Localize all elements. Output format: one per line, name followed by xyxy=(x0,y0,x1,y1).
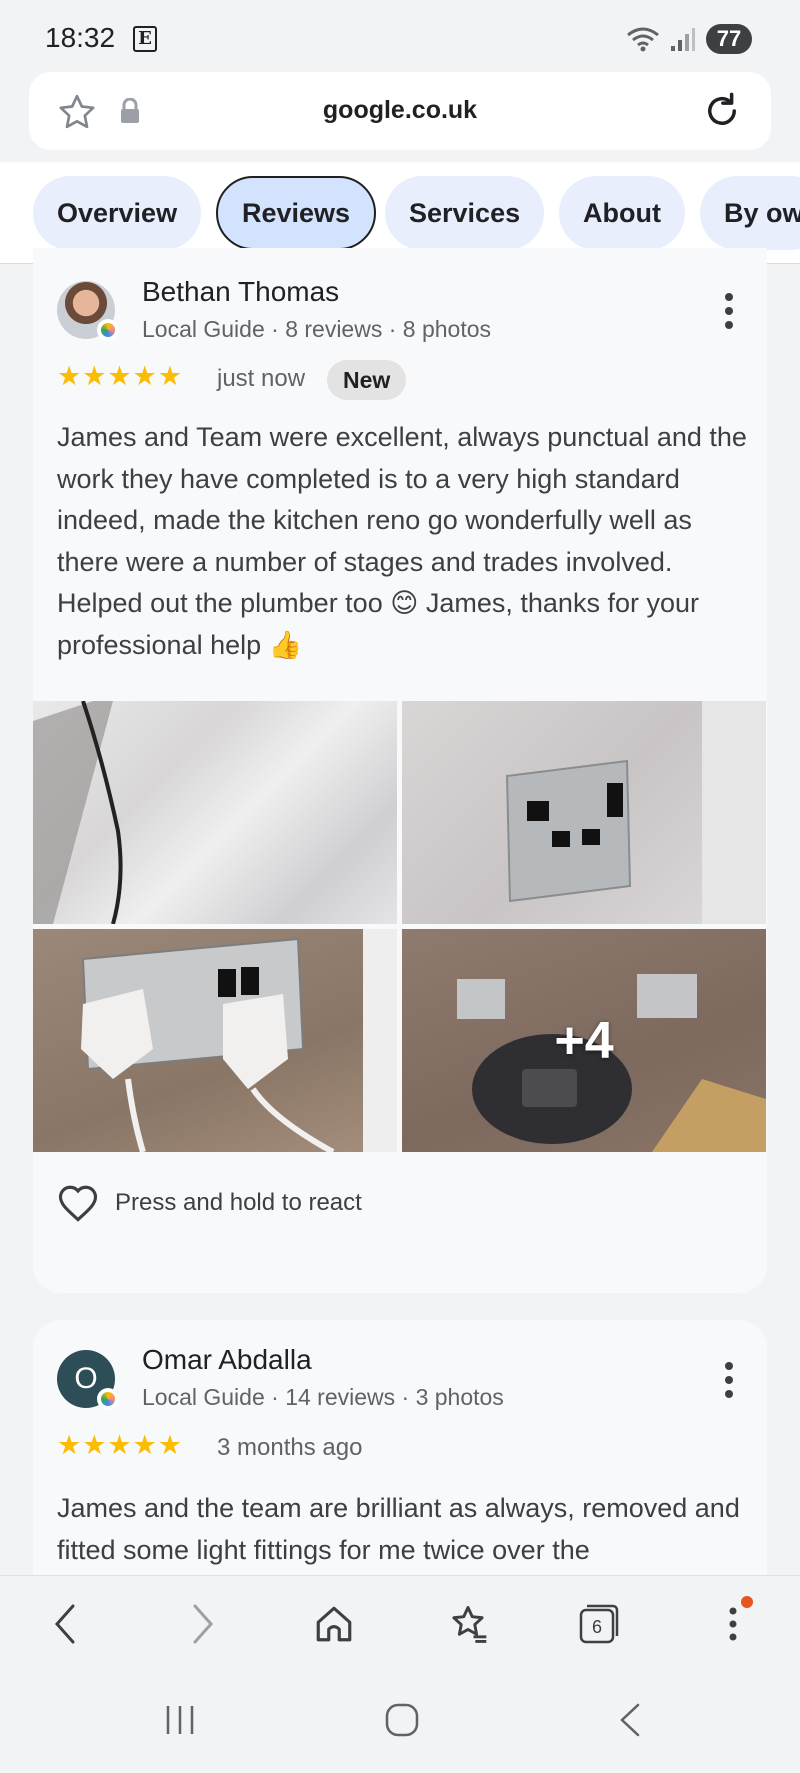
system-back-icon[interactable] xyxy=(612,1702,648,1738)
tab-about[interactable]: About xyxy=(559,176,685,250)
recent-apps-icon[interactable] xyxy=(162,1702,198,1738)
back-arrow-icon xyxy=(54,1604,75,1644)
avatar[interactable]: O xyxy=(57,1350,119,1410)
reviewer-meta: Local Guide · 8 reviews · 8 photos xyxy=(142,316,492,342)
browser-bottom-nav: 6 xyxy=(0,1575,800,1670)
avatar-letter: O xyxy=(74,1362,98,1395)
home-button[interactable] xyxy=(308,1598,360,1650)
tab-reviews[interactable]: Reviews xyxy=(216,176,377,250)
review-text: James and Team were excellent, always pu… xyxy=(57,422,747,660)
status-bar: 18:32 E 77 xyxy=(0,0,800,76)
star-rating: ★★★★★ xyxy=(57,1430,184,1460)
review-time: 3 months ago xyxy=(217,1434,363,1461)
status-icons: 77 xyxy=(626,24,752,54)
forward-arrow-icon xyxy=(193,1604,214,1644)
reviewer-meta: Local Guide · 14 reviews · 3 photos xyxy=(142,1384,504,1410)
home-icon xyxy=(316,1606,352,1642)
local-guide-badge-icon xyxy=(97,319,119,341)
review-photo[interactable] xyxy=(33,701,397,924)
review-photo[interactable] xyxy=(402,701,766,924)
system-home-icon[interactable] xyxy=(384,1702,420,1738)
reload-icon[interactable] xyxy=(701,90,743,132)
review-time: just now xyxy=(217,365,306,392)
heart-icon[interactable] xyxy=(57,1183,99,1223)
back-button[interactable] xyxy=(40,1598,92,1650)
more-options-icon[interactable] xyxy=(723,293,735,335)
tab-overview[interactable]: Overview xyxy=(33,176,202,250)
wifi-icon xyxy=(627,27,659,52)
tab-by-owner[interactable]: By ow xyxy=(700,176,800,250)
avatar[interactable] xyxy=(57,281,119,341)
new-badge: New xyxy=(327,360,407,400)
review-photo[interactable] xyxy=(33,929,397,1152)
notification-dot xyxy=(741,1596,753,1608)
review-card: Bethan Thomas Local Guide · 8 reviews · … xyxy=(33,248,767,1293)
review-text: James and the team are brilliant as alwa… xyxy=(57,1493,740,1565)
e-icon: E xyxy=(133,26,157,52)
bookmarks-button[interactable] xyxy=(442,1598,494,1650)
tab-services[interactable]: Services xyxy=(385,176,545,250)
address-bar[interactable]: google.co.uk xyxy=(29,72,771,150)
forward-button[interactable] xyxy=(176,1598,228,1650)
local-guide-badge-icon xyxy=(97,1388,119,1410)
url-text[interactable]: google.co.uk xyxy=(29,96,771,125)
tab-count: 6 xyxy=(592,1617,602,1637)
more-vert-icon xyxy=(729,1607,737,1641)
battery-indicator: 77 xyxy=(706,24,752,54)
system-nav-bar xyxy=(0,1670,800,1773)
react-label: Press and hold to react xyxy=(115,1189,362,1216)
more-options-icon[interactable] xyxy=(723,1362,735,1404)
bookmarks-star-icon xyxy=(452,1606,487,1643)
signal-icon xyxy=(671,28,695,51)
menu-button[interactable] xyxy=(707,1596,759,1650)
status-time: 18:32 xyxy=(45,22,116,53)
star-rating: ★★★★★ xyxy=(57,361,184,391)
reviewer-name[interactable]: Omar Abdalla xyxy=(142,1344,312,1376)
react-row[interactable]: Press and hold to react xyxy=(57,1183,362,1223)
more-photos-count[interactable]: +4 xyxy=(402,929,766,1152)
review-photo-more[interactable]: +4 xyxy=(402,929,766,1152)
tabs-button[interactable]: 6 xyxy=(573,1598,625,1650)
tabs-icon: 6 xyxy=(579,1604,619,1644)
reviewer-name[interactable]: Bethan Thomas xyxy=(142,276,339,308)
